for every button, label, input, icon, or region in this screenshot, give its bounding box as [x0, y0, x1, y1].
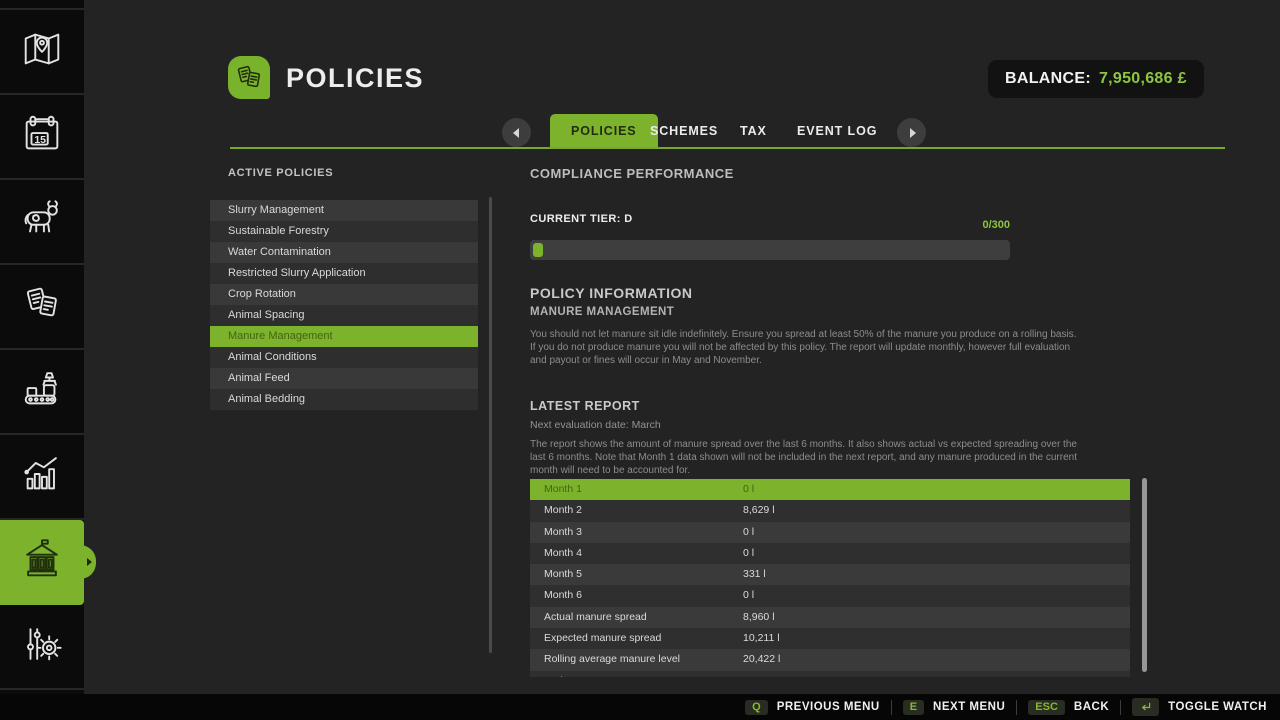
policy-list-item[interactable]: Animal Feed [210, 368, 478, 389]
policy-list-item[interactable]: Sustainable Forestry [210, 221, 478, 242]
balance-display: BALANCE: 7,950,686 £ [988, 60, 1204, 98]
report-row: Rolling average manure level 20,422 l [530, 649, 1130, 670]
report-row: Expected manure spread 10,211 l [530, 628, 1130, 649]
back-hint[interactable]: ESC BACK [1028, 700, 1109, 715]
compliance-progress-bar [530, 240, 1010, 260]
sidebar-item-partial [0, 0, 84, 10]
report-row-selected: Month 1 0 l [530, 479, 1130, 500]
report-row: Month 2 8,629 l [530, 500, 1130, 521]
report-description: The report shows the amount of manure sp… [530, 439, 1082, 477]
tabs-prev-button[interactable] [502, 118, 531, 147]
balance-value: 7,950,686 £ [1099, 70, 1187, 88]
right-arrow-icon [87, 558, 92, 566]
tab-tax[interactable]: TAX [740, 114, 767, 149]
keybind-bar: Q PREVIOUS MENU E NEXT MENU ESC BACK TOG… [0, 694, 1280, 720]
enter-return-icon [1132, 698, 1159, 716]
hint-divider [1016, 700, 1017, 715]
bank-icon [19, 536, 65, 587]
calendar-day-label: 15 [34, 134, 46, 146]
policy-list-item-selected[interactable]: Manure Management [210, 326, 478, 347]
policies-screen: 15 [0, 0, 1280, 720]
latest-report-heading: LATEST REPORT [530, 399, 640, 413]
report-table-scrollbar[interactable] [1142, 478, 1147, 672]
report-row-partial: Rating - [530, 671, 1130, 677]
report-row: Actual manure spread 8,960 l [530, 607, 1130, 628]
active-policies-heading: ACTIVE POLICIES [228, 167, 333, 179]
compliance-heading: COMPLIANCE PERFORMANCE [530, 166, 734, 181]
page-title: POLICIES [286, 63, 424, 94]
balance-label: BALANCE: [1005, 70, 1091, 88]
policy-list-item[interactable]: Slurry Management [210, 200, 478, 221]
hint-divider [891, 700, 892, 715]
chevron-left-icon [513, 128, 519, 138]
next-evaluation-date: Next evaluation date: March [530, 419, 661, 431]
active-item-bump [80, 545, 96, 579]
compliance-progress-fill [533, 243, 543, 257]
policy-list: Slurry Management Sustainable Forestry W… [210, 200, 478, 410]
report-row: Month 5 331 l [530, 564, 1130, 585]
sidebar-item-statistics[interactable] [0, 435, 84, 520]
compliance-score-label: 0/300 [530, 219, 1010, 231]
sidebar-item-animals[interactable] [0, 180, 84, 265]
map-pin-icon [19, 26, 65, 77]
hint-divider [1120, 700, 1121, 715]
sidebar-item-finances[interactable] [0, 520, 84, 605]
cow-icon [19, 196, 65, 247]
toggle-watch-hint[interactable]: TOGGLE WATCH [1132, 698, 1267, 716]
key-e-badge: E [903, 700, 924, 715]
previous-menu-hint[interactable]: Q PREVIOUS MENU [745, 700, 880, 715]
sidebar-item-settings[interactable] [0, 605, 84, 690]
policies-badge-icon [228, 56, 270, 99]
documents-icon [19, 281, 65, 332]
sidebar-item-map[interactable] [0, 10, 84, 95]
tab-schemes[interactable]: SCHEMES [650, 114, 718, 149]
report-row: Month 3 0 l [530, 522, 1130, 543]
policy-name-subheading: MANURE MANAGEMENT [530, 306, 674, 318]
bar-chart-icon [19, 451, 65, 502]
policy-list-scrollbar[interactable] [489, 197, 492, 653]
sliders-gear-icon [19, 621, 65, 672]
next-menu-hint[interactable]: E NEXT MENU [903, 700, 1006, 715]
chevron-right-icon [910, 128, 916, 138]
sidebar-item-contracts[interactable] [0, 265, 84, 350]
sidebar-item-calendar[interactable]: 15 [0, 95, 84, 180]
tabs-next-button[interactable] [897, 118, 926, 147]
key-esc-badge: ESC [1028, 700, 1065, 715]
sidebar: 15 [0, 0, 84, 694]
policy-list-item[interactable]: Animal Bedding [210, 389, 478, 410]
policy-list-item[interactable]: Water Contamination [210, 242, 478, 263]
sidebar-item-production[interactable] [0, 350, 84, 435]
policy-list-item[interactable]: Restricted Slurry Application [210, 263, 478, 284]
tab-policies[interactable]: POLICIES [550, 114, 658, 149]
policy-list-item[interactable]: Animal Conditions [210, 347, 478, 368]
policy-list-item[interactable]: Crop Rotation [210, 284, 478, 305]
conveyor-icon [19, 366, 65, 417]
report-row: Month 6 0 l [530, 585, 1130, 606]
calendar-icon: 15 [19, 111, 65, 162]
report-row: Month 4 0 l [530, 543, 1130, 564]
policy-list-item[interactable]: Animal Spacing [210, 305, 478, 326]
policy-description: You should not let manure sit idle indef… [530, 329, 1082, 367]
key-q-badge: Q [745, 700, 768, 715]
tab-event-log[interactable]: EVENT LOG [797, 114, 877, 149]
report-table: Month 1 0 l Month 2 8,629 l Month 3 0 l … [530, 479, 1130, 677]
policy-info-heading: POLICY INFORMATION [530, 285, 692, 301]
tab-underline [230, 147, 1225, 149]
